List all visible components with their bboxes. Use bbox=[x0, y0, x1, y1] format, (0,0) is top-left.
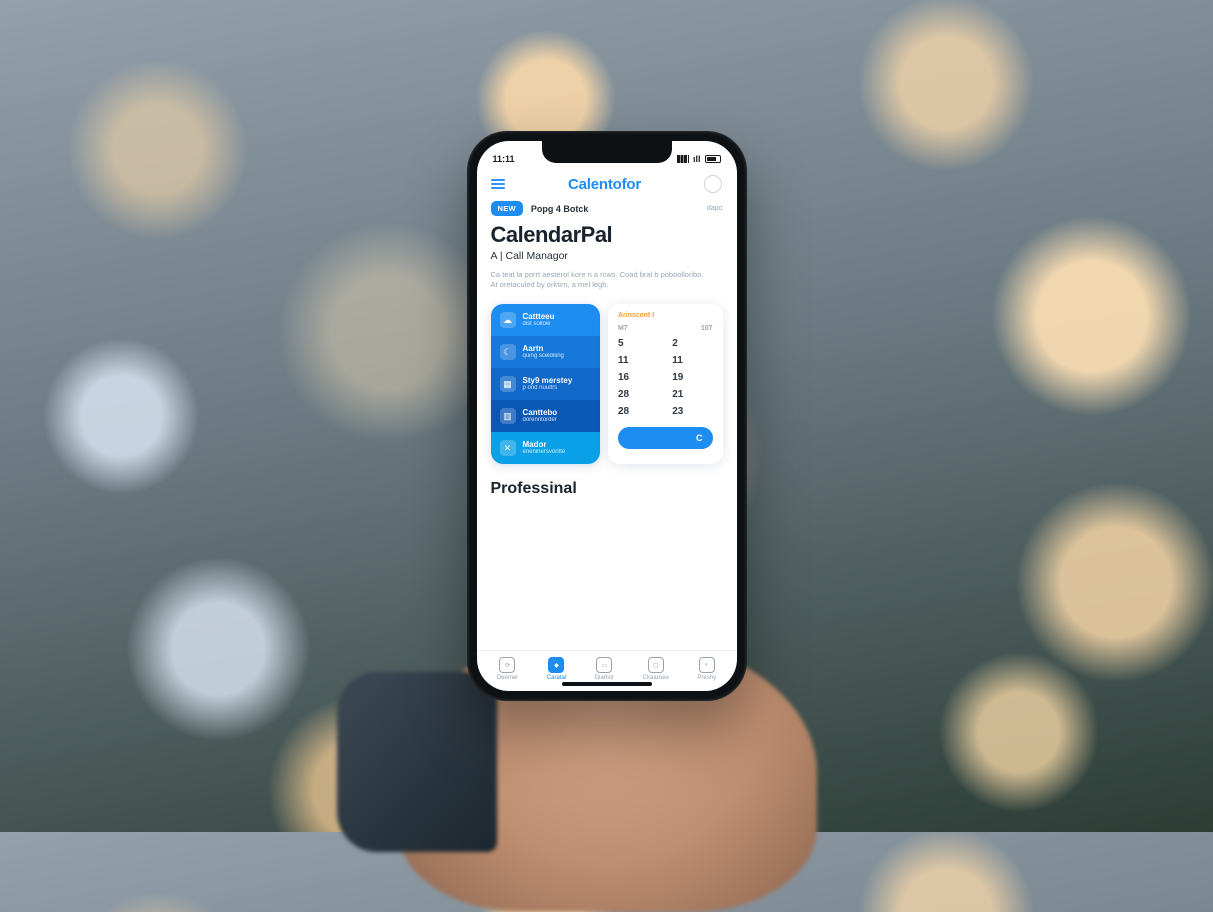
calendar-action-button[interactable]: C bbox=[618, 427, 713, 449]
calendar-card[interactable]: Arinscent I M7 107 5 2 11 11 16 19 28 21… bbox=[608, 304, 723, 464]
tab-item[interactable]: ▢ Ckaaroee bbox=[643, 657, 669, 681]
cal-cell[interactable]: 28 bbox=[618, 389, 658, 400]
profile-avatar[interactable] bbox=[704, 175, 722, 193]
cal-cell[interactable]: 19 bbox=[672, 372, 712, 383]
day-label: 107 bbox=[701, 325, 713, 332]
tab-icon: ▢ bbox=[648, 657, 664, 673]
day-label: M7 bbox=[618, 325, 628, 332]
app-title: CalendarPal bbox=[491, 222, 723, 248]
menu-icon[interactable] bbox=[491, 179, 505, 189]
carrier-glyph: ıll bbox=[693, 154, 701, 164]
feature-label: Cattteeu bbox=[523, 313, 555, 321]
cross-icon: ✕ bbox=[500, 440, 516, 456]
feature-label: Canttebo bbox=[523, 409, 558, 417]
cal-cell[interactable]: 11 bbox=[672, 355, 712, 366]
grid-icon: ▦ bbox=[500, 376, 516, 392]
feature-item[interactable]: ▦ Sty9 mersteyp ond nuultrs bbox=[491, 368, 600, 400]
tab-item[interactable]: ▭ Diamor bbox=[595, 657, 614, 681]
tab-label: Ckaaroee bbox=[643, 675, 669, 681]
cal-cell[interactable]: 28 bbox=[618, 406, 658, 417]
app-description: Ca teat la porrt aesterol kore n a rcws.… bbox=[491, 270, 704, 290]
calendar-grid: 5 2 11 11 16 19 28 21 28 23 bbox=[618, 338, 713, 417]
phone-frame: 11:11 ıll Calentofor NEW Popg 4 Botck da… bbox=[467, 131, 747, 701]
contacts-icon: ☁ bbox=[500, 312, 516, 328]
feature-item[interactable]: ▥ Canttebodorenntorder bbox=[491, 400, 600, 432]
feature-label: Sty9 merstey bbox=[523, 377, 573, 385]
battery-icon bbox=[705, 155, 721, 163]
badge-row: NEW Popg 4 Botck dapo bbox=[477, 201, 737, 216]
feature-item[interactable]: ☾ Aartnquing scelditing bbox=[491, 336, 600, 368]
tab-label: Preshy bbox=[697, 675, 716, 681]
cal-cell[interactable]: 2 bbox=[672, 338, 712, 349]
navbar-brand: Calentofor bbox=[568, 176, 641, 193]
tab-icon: ◆ bbox=[548, 657, 564, 673]
tab-label: Deemer bbox=[497, 675, 518, 681]
phone-screen: 11:11 ıll Calentofor NEW Popg 4 Botck da… bbox=[477, 141, 737, 691]
hero: CalendarPal A | Call Managor Ca teat la … bbox=[477, 216, 737, 294]
badge-text: Popg 4 Botck bbox=[531, 204, 589, 214]
cal-cell[interactable]: 23 bbox=[672, 406, 712, 417]
signal-icon bbox=[677, 155, 689, 163]
tab-item[interactable]: ◆ Caratal bbox=[547, 657, 566, 681]
notch bbox=[542, 141, 672, 163]
tab-item[interactable]: ⟳ Deemer bbox=[497, 657, 518, 681]
home-indicator[interactable] bbox=[562, 682, 652, 686]
cloud-icon: ☾ bbox=[500, 344, 516, 360]
badge-side: dapo bbox=[707, 205, 723, 212]
features-card[interactable]: ☁ Cattteeudist sollow ☾ Aartnquing sceld… bbox=[491, 304, 600, 464]
cal-cell[interactable]: 11 bbox=[618, 355, 658, 366]
new-badge: NEW bbox=[491, 201, 523, 216]
section-title: Professinal bbox=[477, 464, 737, 502]
tab-item[interactable]: ◐ Preshy bbox=[697, 657, 716, 681]
feature-item[interactable]: ✕ Madoreneninersvoritte bbox=[491, 432, 600, 464]
navbar: Calentofor bbox=[477, 171, 737, 201]
calendar-month: Arinscent I bbox=[618, 312, 654, 319]
cal-cell[interactable]: 5 bbox=[618, 338, 658, 349]
cal-cell[interactable]: 21 bbox=[672, 389, 712, 400]
chart-icon: ▥ bbox=[500, 408, 516, 424]
tab-label: Diamor bbox=[595, 675, 614, 681]
app-subtitle: A | Call Managor bbox=[491, 250, 723, 262]
cal-cell[interactable]: 16 bbox=[618, 372, 658, 383]
feature-item[interactable]: ☁ Cattteeudist sollow bbox=[491, 304, 600, 336]
feature-label: Aartn bbox=[523, 345, 564, 353]
briefcase-icon: ▭ bbox=[596, 657, 612, 673]
status-time: 11:11 bbox=[493, 154, 515, 164]
tab-label: Caratal bbox=[547, 675, 566, 681]
cards-row: ☁ Cattteeudist sollow ☾ Aartnquing sceld… bbox=[477, 294, 737, 464]
feature-label: Mador bbox=[523, 441, 566, 449]
tab-icon: ⟳ bbox=[499, 657, 515, 673]
tab-icon: ◐ bbox=[699, 657, 715, 673]
